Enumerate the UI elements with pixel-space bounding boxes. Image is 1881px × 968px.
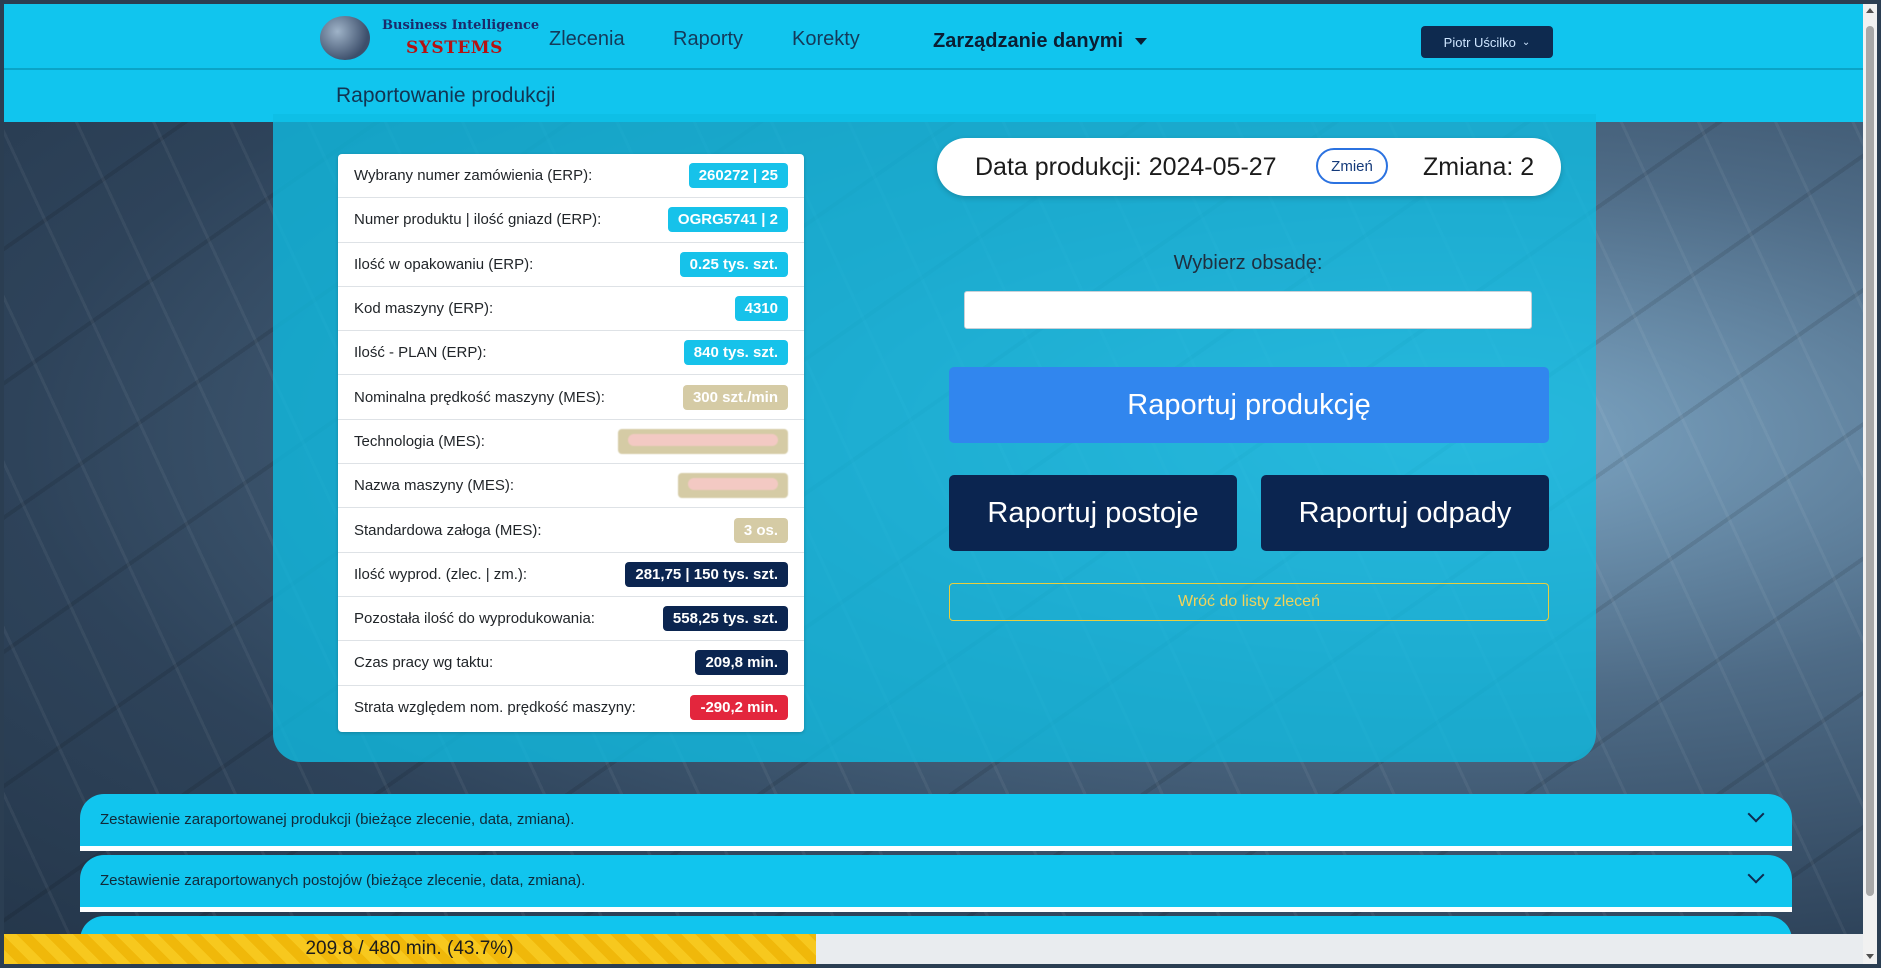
page-title: Raportowanie produkcji	[336, 84, 556, 107]
nav-dropdown-label: Zarządzanie danymi	[933, 30, 1124, 52]
navbar: Business Intelligence SYSTEMS Zlecenia R…	[4, 4, 1863, 70]
report-downtime-button[interactable]: Raportuj postoje	[949, 475, 1237, 551]
info-label: Nominalna prędkość maszyny (MES):	[354, 388, 605, 406]
globe-icon	[320, 16, 370, 60]
info-label: Czas pracy wg taktu:	[354, 654, 494, 672]
info-value-badge: 558,25 tys. szt.	[662, 606, 788, 632]
info-label: Standardowa załoga (MES):	[354, 521, 542, 539]
info-row: Technologia (MES):	[338, 420, 804, 465]
info-label: Wybrany numer zamówienia (ERP):	[354, 167, 593, 185]
info-label: Strata względem nom. prędkość maszyny:	[354, 699, 636, 717]
report-waste-button[interactable]: Raportuj odpady	[1261, 475, 1549, 551]
info-value-badge: 281,75 | 150 tys. szt.	[625, 561, 788, 587]
logo-line-1: Business Intelligence	[382, 18, 540, 33]
scroll-up-icon[interactable]	[1866, 8, 1874, 13]
info-value-badge	[618, 428, 788, 454]
accordion-downtime-summary[interactable]: Zestawienie zaraportowanych postojów (bi…	[80, 855, 1792, 912]
nav-link-korekty[interactable]: Korekty	[792, 28, 860, 51]
info-value-badge: 209,8 min.	[695, 650, 788, 676]
page-scrollbar[interactable]	[1863, 4, 1877, 964]
logo-line-2: SYSTEMS	[406, 38, 503, 58]
info-value-badge: 0.25 tys. szt.	[679, 251, 788, 277]
accordion-title: Zestawienie zaraportowanych postojów (bi…	[100, 872, 586, 889]
info-label: Nazwa maszyny (MES):	[354, 477, 515, 495]
info-label: Numer produktu | ilość gniazd (ERP):	[354, 211, 602, 229]
info-value-badge: -290,2 min.	[690, 695, 788, 721]
info-label: Ilość w opakowaniu (ERP):	[354, 255, 534, 273]
accordion-title: Zestawienie zaraportowanej produkcji (bi…	[100, 811, 575, 828]
info-row: Ilość wyprod. (zlec. | zm.): 281,75 | 150…	[338, 553, 804, 597]
nav-link-raporty[interactable]: Raporty	[673, 28, 743, 51]
info-label: Ilość wyprod. (zlec. | zm.):	[354, 565, 528, 583]
user-name: Piotr Uścilko	[1443, 34, 1516, 50]
caret-down-icon	[1135, 38, 1148, 46]
info-row: Nominalna prędkość maszyny (MES): 300 szt…	[338, 375, 804, 420]
info-row: Ilość w opakowaniu (ERP): 0.25 tys. szt.	[338, 243, 804, 287]
info-row: Ilość - PLAN (ERP): 840 tys. szt.	[338, 331, 804, 376]
info-value-badge: 3 os.	[733, 517, 788, 543]
nav-link-zlecenia[interactable]: Zlecenia	[549, 28, 625, 51]
progress-text: 209.8 / 480 min. (43.7%)	[305, 938, 514, 959]
info-row: Kod maszyny (ERP): 4310	[338, 287, 804, 332]
crew-label: Wybierz obsadę:	[1173, 252, 1323, 274]
back-to-orders-button[interactable]: Wróć do listy zleceń	[949, 583, 1549, 621]
info-row: Strata względem nom. prędkość maszyny: -2…	[338, 686, 804, 730]
nav-dropdown-data-management[interactable]: Zarządzanie danymi	[933, 30, 1148, 53]
info-value-badge: 260272 | 25	[688, 163, 788, 189]
brand-logo[interactable]: Business Intelligence SYSTEMS	[320, 14, 539, 62]
info-row: Pozostała ilość do wyprodukowania: 558,25…	[338, 597, 804, 642]
shift-label: Zmiana: 2	[1423, 153, 1535, 181]
user-menu-button[interactable]: Piotr Uścilko ⌄	[1421, 26, 1553, 58]
info-label: Ilość - PLAN (ERP):	[354, 344, 487, 362]
info-row: Czas pracy wg taktu: 209,8 min.	[338, 641, 804, 686]
chevron-down-icon	[1747, 805, 1765, 823]
redacted-value	[628, 433, 778, 446]
chevron-down-icon: ⌄	[1521, 36, 1531, 48]
change-date-button[interactable]: Zmień	[1316, 148, 1388, 184]
crew-select[interactable]	[964, 291, 1532, 329]
report-production-button[interactable]: Raportuj produkcję	[949, 367, 1549, 443]
app-window: Business Intelligence SYSTEMS Zlecenia R…	[4, 4, 1863, 964]
production-date: Data produkcji: 2024-05-27	[975, 153, 1277, 181]
info-label: Technologia (MES):	[354, 432, 485, 450]
info-value-badge: 4310	[734, 296, 788, 322]
info-value-badge	[678, 473, 788, 499]
info-row: Numer produktu | ilość gniazd (ERP): OGRG…	[338, 198, 804, 243]
info-value-badge: OGRG5741 | 2	[667, 207, 788, 233]
production-date-pill: Data produkcji: 2024-05-27 Zmień Zmiana:…	[937, 138, 1561, 196]
redacted-value	[688, 478, 778, 491]
info-label: Kod maszyny (ERP):	[354, 300, 494, 318]
accordion-production-summary[interactable]: Zestawienie zaraportowanej produkcji (bi…	[80, 794, 1792, 851]
info-label: Pozostała ilość do wyprodukowania:	[354, 610, 595, 628]
info-value-badge: 300 szt./min	[682, 384, 788, 410]
info-row: Standardowa załoga (MES): 3 os.	[338, 508, 804, 553]
chevron-down-icon	[1747, 866, 1765, 884]
info-value-badge: 840 tys. szt.	[683, 340, 788, 366]
info-row: Nazwa maszyny (MES):	[338, 464, 804, 509]
shift-progress-bar: 209.8 / 480 min. (43.7%)	[4, 934, 1863, 964]
order-info-card: Wybrany numer zamówienia (ERP): 260272 | …	[338, 154, 804, 732]
scroll-down-icon[interactable]	[1866, 954, 1874, 959]
info-row: Wybrany numer zamówienia (ERP): 260272 | …	[338, 154, 804, 199]
scroll-thumb[interactable]	[1866, 26, 1874, 896]
